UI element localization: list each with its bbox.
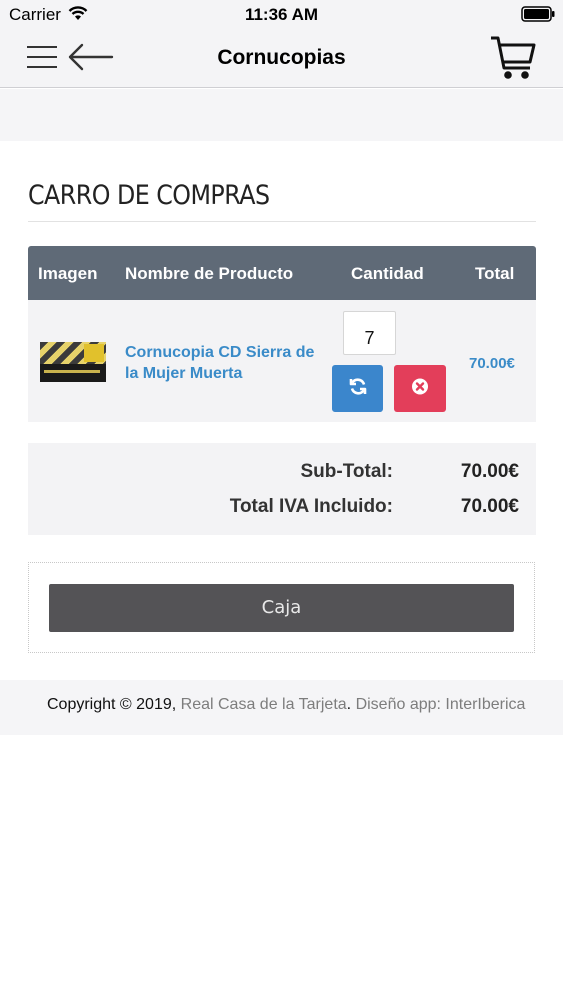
footer-copyright: Copyright © 2019, Real Casa de la Tarjet… (47, 696, 525, 714)
checkout-button[interactable]: Caja (49, 584, 514, 632)
heading-divider (28, 221, 536, 222)
status-time: 11:36 AM (244, 5, 319, 24)
row-total: 70.00€ (469, 355, 515, 372)
copyright-text: Copyright © 2019, (47, 696, 181, 713)
cart-table: Imagen Nombre de Producto Cantidad Total… (28, 246, 536, 422)
remove-item-button[interactable] (394, 365, 446, 412)
cart-icon[interactable] (488, 34, 538, 87)
product-image[interactable] (40, 342, 106, 382)
status-bar: Carrier 11:36 AM (0, 0, 563, 30)
page-title: CARRO DE COMPRAS (28, 180, 270, 211)
remove-icon (411, 377, 429, 400)
company-link[interactable]: Real Casa de la Tarjeta (181, 696, 347, 713)
column-header-quantity: Cantidad (351, 264, 424, 283)
total-label: Total IVA Incluido: (229, 496, 393, 517)
navigation-bar: Cornucopias (0, 30, 563, 88)
column-header-name: Nombre de Producto (125, 264, 294, 283)
nav-title: Cornucopias (217, 46, 346, 69)
column-header-total: Total (475, 264, 515, 283)
design-credit: Diseño app: InterIberica (355, 696, 526, 713)
quantity-input[interactable] (343, 311, 396, 355)
footer-separator: . (346, 696, 356, 713)
subtotal-label: Sub-Total: (300, 461, 393, 482)
total-value: 70.00€ (460, 496, 519, 517)
battery-icon (521, 6, 555, 27)
footer: Copyright © 2019, Real Casa de la Tarjet… (0, 680, 563, 735)
product-name-link[interactable]: Cornucopia CD Sierra de la Mujer Muerta (125, 342, 315, 384)
column-header-image: Imagen (38, 264, 98, 283)
checkout-panel: Caja (28, 562, 535, 653)
header-spacer (0, 89, 563, 141)
table-header: Imagen Nombre de Producto Cantidad Total (28, 246, 536, 300)
update-quantity-button[interactable] (332, 365, 383, 412)
refresh-icon (348, 376, 368, 401)
table-row: Cornucopia CD Sierra de la Mujer Muerta … (28, 300, 536, 422)
totals-summary: Sub-Total: 70.00€ Total IVA Incluido: 70… (28, 443, 536, 535)
subtotal-value: 70.00€ (460, 461, 519, 482)
